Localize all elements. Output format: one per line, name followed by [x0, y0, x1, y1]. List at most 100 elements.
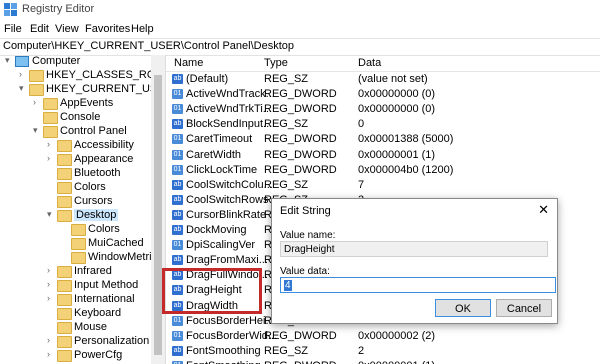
- value-name: FontSmoothing...: [186, 360, 270, 364]
- value-row[interactable]: 01 ActiveWndTrkTi... REG_DWORD 0x00000000 (…: [166, 103, 600, 116]
- string-value-icon: ab: [172, 225, 183, 235]
- folder-icon: [57, 154, 72, 166]
- value-data: 0: [358, 118, 365, 131]
- tree-node-label: PowerCfg: [74, 349, 123, 361]
- chevron-right-icon[interactable]: ›: [47, 265, 55, 275]
- value-data: 7: [358, 178, 365, 191]
- menu-view[interactable]: View: [55, 23, 79, 35]
- highlight-box: [162, 268, 262, 314]
- value-name-field: DragHeight: [280, 241, 548, 257]
- folder-icon: [57, 280, 72, 292]
- value-name: (Default): [186, 73, 229, 85]
- dialog-title: Edit String: [280, 205, 331, 217]
- value-row[interactable]: ab BlockSendInput... REG_SZ 0: [166, 118, 600, 131]
- folder-icon: [57, 266, 72, 278]
- value-name: DockMoving: [186, 224, 247, 236]
- chevron-right-icon[interactable]: ›: [47, 293, 55, 303]
- close-icon[interactable]: ✕: [538, 202, 549, 218]
- column-type[interactable]: Type: [264, 57, 288, 69]
- folder-icon: [71, 224, 86, 236]
- string-value-icon: ab: [172, 179, 183, 190]
- folder-icon: [57, 140, 72, 152]
- value-type: REG_DWORD: [264, 103, 337, 116]
- tree-scrollbar[interactable]: [151, 55, 165, 364]
- value-row[interactable]: 01 CaretTimeout REG_DWORD 0x00001388 (5000): [166, 133, 600, 146]
- chevron-down-icon[interactable]: ▾: [19, 83, 27, 94]
- chevron-right-icon[interactable]: ›: [47, 139, 55, 149]
- cancel-button[interactable]: Cancel: [496, 299, 552, 317]
- value-type: REG_DWORD: [264, 329, 337, 342]
- tree-node-label: Accessibility: [74, 139, 134, 151]
- chevron-right-icon[interactable]: ›: [19, 69, 27, 79]
- chevron-down-icon[interactable]: ▾: [5, 55, 13, 66]
- value-name: ClickLockTime: [186, 163, 258, 176]
- value-row[interactable]: 01 ActiveWndTrack... REG_DWORD 0x00000000 (…: [166, 88, 600, 101]
- address-bar[interactable]: Computer\HKEY_CURRENT_USER\Control Panel…: [0, 38, 600, 56]
- folder-icon: [29, 70, 44, 82]
- menu-edit[interactable]: Edit: [30, 23, 49, 35]
- ok-button[interactable]: OK: [435, 299, 491, 317]
- value-row[interactable]: ab (Default) REG_SZ (value not set): [166, 73, 600, 86]
- value-type: REG_SZ: [264, 73, 309, 85]
- chevron-right-icon[interactable]: ›: [47, 349, 55, 359]
- value-data: 0x00000001 (1): [358, 360, 435, 364]
- menu-file[interactable]: File: [4, 23, 22, 35]
- value-name: DragFromMaxi...: [186, 254, 268, 267]
- value-name: ActiveWndTrkTi...: [186, 103, 272, 116]
- tree-node-label: Desktop: [74, 209, 119, 221]
- menu-favorites[interactable]: Favorites: [85, 23, 130, 35]
- value-type: REG_DWORD: [264, 133, 337, 146]
- folder-icon: [57, 322, 72, 334]
- dword-value-icon: 01: [172, 330, 183, 341]
- value-row[interactable]: 01 FocusBorderWid... REG_DWORD 0x00000002 (…: [166, 330, 600, 343]
- value-row[interactable]: ab FontSmoothing REG_SZ 2: [166, 345, 600, 358]
- tree-node-label: Computer: [32, 55, 81, 67]
- chevron-down-icon[interactable]: ▾: [47, 209, 55, 220]
- value-name: FocusBorderHei...: [186, 314, 275, 327]
- value-data-field[interactable]: 4: [280, 277, 556, 293]
- tree-node-label: MuiCached: [88, 237, 144, 249]
- value-data: 0x000004b0 (1200): [358, 163, 454, 176]
- edit-string-dialog: Edit String ✕ Value name: DragHeight Val…: [271, 198, 558, 324]
- value-row[interactable]: 01 ClickLockTime REG_DWORD 0x000004b0 (1200…: [166, 164, 600, 177]
- value-data: 0x00000002 (2): [358, 329, 436, 342]
- dword-value-icon: 01: [172, 315, 183, 326]
- value-data: 0x00001388 (5000): [358, 133, 454, 146]
- value-row[interactable]: 01FontSmoothing...REG_DWORD0x00000001 (1…: [166, 360, 600, 364]
- value-type: REG_DWORD: [264, 163, 337, 176]
- value-row[interactable]: ab CoolSwitchColu... REG_SZ 7: [166, 179, 600, 192]
- dword-value-icon: 01: [172, 240, 183, 251]
- value-name: CaretTimeout: [186, 133, 253, 146]
- chevron-right-icon[interactable]: ›: [47, 153, 55, 163]
- string-value-icon: ab: [172, 119, 183, 130]
- value-data: 2: [358, 344, 365, 357]
- window-title: Registry Editor: [22, 3, 95, 15]
- value-row[interactable]: 01 CaretWidth REG_DWORD 0x00000001 (1): [166, 149, 600, 162]
- tree-node-label: Keyboard: [74, 307, 122, 319]
- key-tree[interactable]: ▾ Computer › HKEY_CLASSES_ROOT ▾ HKEY_CURRENT…: [0, 55, 166, 364]
- dword-value-icon: 01: [172, 164, 183, 175]
- tree-node-label: Console: [60, 111, 101, 123]
- value-data-label: Value data:: [280, 266, 330, 277]
- menu-help[interactable]: Help: [131, 23, 154, 35]
- computer-icon: [15, 56, 29, 67]
- column-name[interactable]: Name: [174, 57, 203, 69]
- chevron-right-icon[interactable]: ›: [47, 335, 55, 345]
- column-data[interactable]: Data: [358, 57, 381, 69]
- title-bar: Registry Editor: [0, 0, 600, 20]
- folder-icon: [57, 308, 72, 320]
- value-data: (value not set): [358, 73, 428, 85]
- value-type: REG_SZ: [264, 118, 309, 131]
- chevron-down-icon[interactable]: ▾: [33, 125, 41, 136]
- string-value-icon: ab: [172, 194, 183, 205]
- value-data: 0x00000000 (0): [358, 88, 436, 101]
- value-type: REG_SZ: [264, 344, 309, 357]
- tree-scroll-thumb[interactable]: [154, 75, 162, 355]
- value-data-text[interactable]: 4: [284, 280, 292, 291]
- address-path[interactable]: Computer\HKEY_CURRENT_USER\Control Panel…: [3, 40, 294, 52]
- chevron-right-icon[interactable]: ›: [47, 279, 55, 289]
- chevron-right-icon[interactable]: ›: [33, 97, 41, 107]
- folder-icon: [57, 336, 72, 348]
- value-name: BlockSendInput...: [186, 118, 273, 131]
- folder-icon: [29, 84, 44, 96]
